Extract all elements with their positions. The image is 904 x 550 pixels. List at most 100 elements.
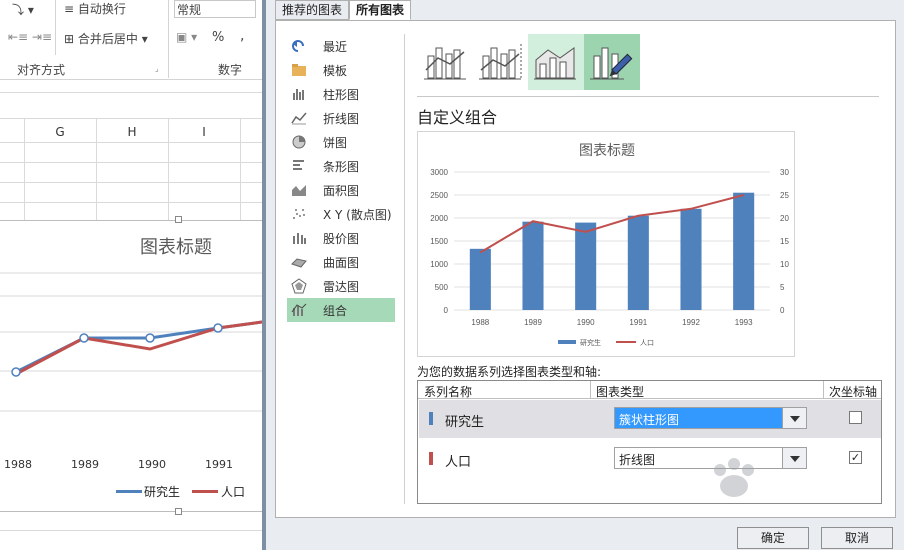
tab-all-charts[interactable]: 所有图表	[349, 0, 412, 20]
preview-bar	[522, 221, 544, 310]
chart-type-select[interactable]: 簇状柱形图	[614, 407, 807, 429]
grid-line	[0, 92, 262, 93]
number-format-select[interactable]: 常规	[174, 0, 256, 18]
preview-chart-svg: 0 500 1000 1500 2000 2500 3000 0 5 10 15 20 25 30 1988…	[430, 168, 789, 347]
preview-x-tick: 1988	[471, 318, 489, 327]
ok-button[interactable]: 确定	[737, 527, 809, 549]
wrap-text-label: 自动换行	[77, 2, 126, 16]
header-divider	[823, 381, 824, 399]
series-name: 人口	[445, 455, 472, 470]
chart-category-label: 柱形图	[323, 87, 360, 102]
header-chart-type: 图表类型	[596, 385, 645, 399]
tab-recommended-charts[interactable]: 推荐的图表	[275, 0, 350, 20]
header-series-name: 系列名称	[424, 385, 473, 399]
chart-category-item[interactable]: 折线图	[287, 106, 395, 130]
preview-bar	[680, 208, 702, 310]
sheet-x-label: 1988	[4, 458, 32, 471]
sheet-legend-label[interactable]: 研究生	[144, 483, 180, 500]
chart-category-item[interactable]: 面积图	[287, 178, 395, 202]
scatter-chart-icon	[291, 206, 307, 222]
preview-y2-tick: 25	[780, 191, 789, 200]
grid-line	[0, 182, 262, 183]
chart-category-label: 股价图	[323, 231, 360, 246]
chart-category-item[interactable]: 最近	[287, 34, 395, 58]
legend-swatch-blue	[116, 490, 142, 493]
surface-chart-icon	[291, 254, 307, 270]
chart-category-label: 雷达图	[323, 279, 360, 294]
percent-button[interactable]: %	[212, 30, 224, 45]
ribbon-separator	[168, 0, 169, 78]
sheet-x-label: 1989	[71, 458, 99, 471]
chart-type-value: 簇状柱形图	[619, 413, 680, 427]
merge-center-label: 合并后居中	[77, 32, 138, 46]
header-divider	[590, 381, 591, 399]
chart-category-item[interactable]: 曲面图	[287, 250, 395, 274]
chart-category-item[interactable]: 股价图	[287, 226, 395, 250]
resize-handle[interactable]	[175, 508, 182, 515]
preview-line-series	[479, 194, 744, 254]
preview-bar	[733, 192, 755, 310]
number-format-value: 常规	[177, 3, 202, 17]
preview-y2-tick: 15	[780, 237, 789, 246]
preview-y2-tick: 0	[780, 306, 785, 315]
chart-category-label: 组合	[323, 303, 348, 318]
preview-y-tick: 2500	[430, 191, 448, 200]
column-header-i[interactable]: I	[168, 122, 240, 142]
chart-category-item[interactable]: X Y (散点图)	[287, 202, 395, 226]
chart-category-label: 面积图	[323, 183, 360, 198]
preview-y-tick: 0	[444, 306, 449, 315]
combo-chart-icon	[291, 302, 307, 318]
series-name: 研究生	[445, 415, 485, 430]
grid-line	[0, 530, 262, 531]
orientation-icon[interactable]: ⤵ ▾	[12, 1, 34, 18]
resize-handle[interactable]	[175, 216, 182, 223]
indent-icons[interactable]: ⇤≡ ⇥≡	[8, 30, 52, 44]
grid-line	[0, 118, 262, 119]
chart-category-item[interactable]: 组合	[287, 298, 395, 322]
chart-category-item[interactable]: 柱形图	[287, 82, 395, 106]
chart-category-item[interactable]: 雷达图	[287, 274, 395, 298]
grid-line	[0, 142, 262, 143]
chart-category-item[interactable]: 模板	[287, 58, 395, 82]
chart-category-item[interactable]: 条形图	[287, 154, 395, 178]
chart-category-label: 饼图	[323, 135, 348, 150]
sheet-series-line-red[interactable]	[15, 320, 262, 376]
sheet-chart-title[interactable]: 图表标题	[140, 233, 212, 259]
chevron-down-icon[interactable]	[782, 408, 806, 428]
stock-chart-icon	[291, 230, 307, 246]
sheet-x-label: 1990	[138, 458, 166, 471]
dialog-launcher-icon[interactable]: ⌟	[155, 64, 159, 73]
sheet-legend-label[interactable]: 人口	[221, 483, 245, 500]
preview-x-tick: 1990	[577, 318, 595, 327]
chart-category-item[interactable]: 饼图	[287, 130, 395, 154]
panel-divider	[404, 34, 405, 504]
preview-bar	[575, 222, 597, 310]
grid-line	[240, 118, 241, 220]
preview-bar	[627, 215, 649, 310]
chart-category-label: 折线图	[323, 111, 360, 126]
merge-center-button[interactable]: ⊞ 合并后居中 ▾	[64, 30, 148, 47]
custom-combo-title: 自定义组合	[417, 108, 498, 127]
preview-y2-tick: 5	[780, 283, 785, 292]
custom-combo-icon[interactable]	[584, 34, 640, 90]
column-chart-icon	[291, 86, 307, 102]
sheet-chart[interactable]: 图表标题 1988 1989 1990 1991 研究生 人口	[0, 220, 262, 512]
column-header-h[interactable]: H	[96, 122, 168, 142]
clustered-column-line-icon[interactable]	[418, 34, 474, 90]
cancel-button[interactable]: 取消	[821, 527, 893, 549]
preview-y2-tick: 30	[780, 168, 789, 177]
secondary-axis-checkbox[interactable]	[849, 411, 862, 424]
comma-button[interactable]: ,	[240, 28, 244, 44]
preview-y-tick: 1500	[430, 237, 448, 246]
legend-swatch-red	[192, 490, 218, 493]
clustered-column-line-secondary-icon[interactable]	[473, 34, 529, 90]
series-table-header	[418, 381, 881, 399]
radar-chart-icon	[291, 278, 307, 294]
column-header-g[interactable]: G	[24, 122, 96, 142]
wrap-text-button[interactable]: ≡ 自动换行	[64, 0, 126, 17]
currency-icon[interactable]: ▣ ▾	[176, 30, 197, 44]
stacked-area-column-icon[interactable]	[528, 34, 584, 90]
preview-x-tick: 1993	[735, 318, 753, 327]
preview-y-tick: 1000	[430, 260, 448, 269]
ribbon-separator	[55, 0, 56, 55]
